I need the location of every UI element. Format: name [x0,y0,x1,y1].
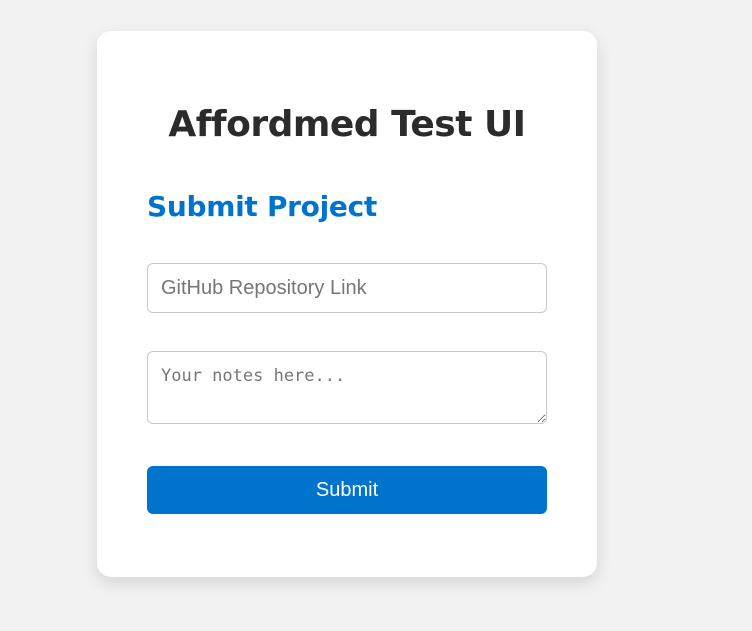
github-repo-input[interactable] [147,263,547,313]
submit-project-card: Affordmed Test UI Submit Project Submit [97,31,597,577]
form-heading: Submit Project [147,190,377,223]
submit-button[interactable]: Submit [147,466,547,514]
page-title: Affordmed Test UI [168,104,526,145]
notes-textarea[interactable] [147,351,547,424]
